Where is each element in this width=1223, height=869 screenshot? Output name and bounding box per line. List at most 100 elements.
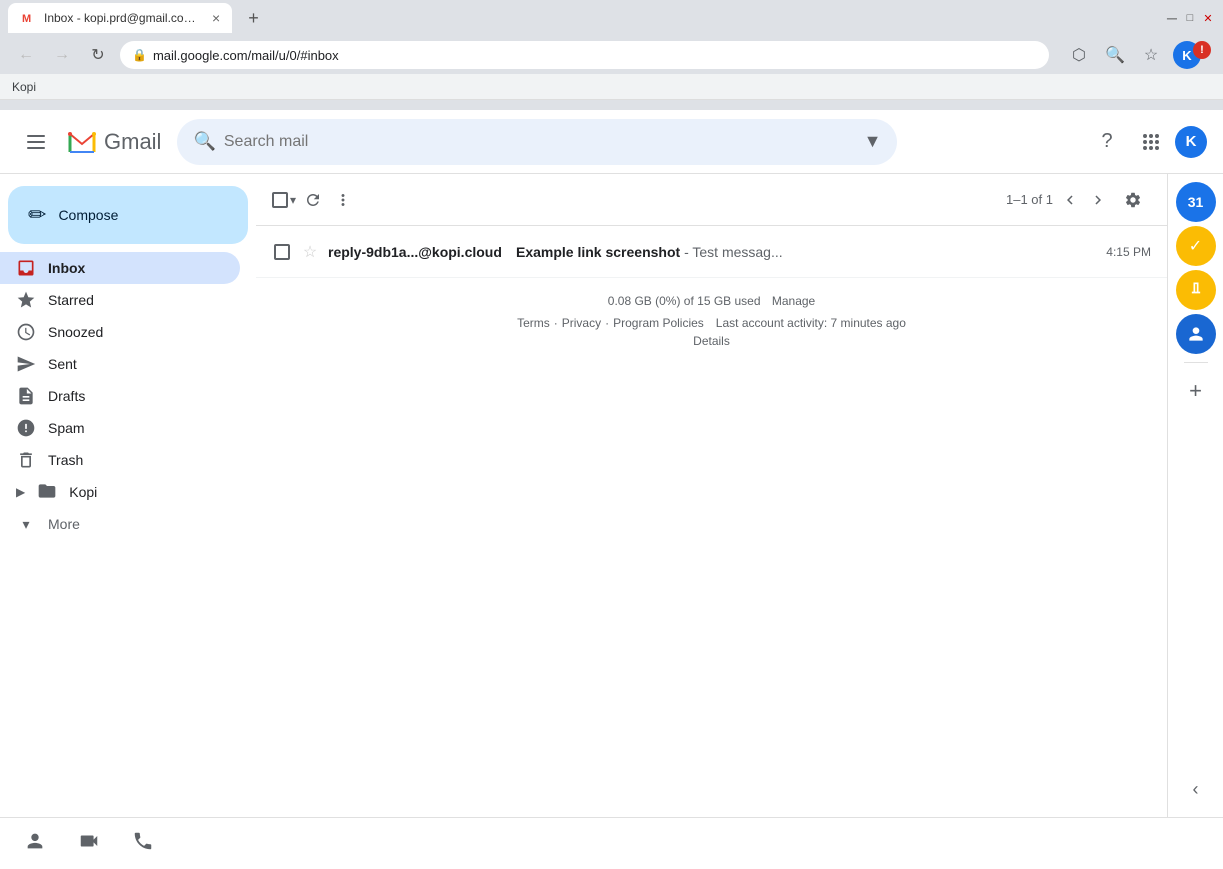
user-avatar[interactable]: K — [1175, 126, 1207, 158]
window-controls: ─ □ ✕ — [1165, 11, 1215, 25]
bookmark-label: Kopi — [12, 80, 36, 94]
kopi-label: Kopi — [69, 484, 97, 500]
email-snippet: - Test messag... — [684, 244, 783, 260]
contacts-icon[interactable] — [1176, 314, 1216, 354]
select-all-checkbox[interactable] — [272, 192, 288, 208]
bookmarks-bar: Kopi — [0, 74, 1223, 100]
compose-label: Compose — [58, 207, 118, 223]
search-input[interactable] — [224, 133, 856, 151]
right-sidebar-collapse[interactable]: ‹ — [1176, 769, 1216, 809]
starred-icon — [16, 290, 36, 310]
sidebar-item-starred[interactable]: Starred — [0, 284, 240, 316]
url-text: mail.google.com/mail/u/0/#inbox — [153, 48, 339, 63]
tasks-icon[interactable]: ✓ — [1176, 226, 1216, 266]
trash-icon — [16, 450, 36, 470]
privacy-link[interactable]: Privacy — [562, 316, 601, 330]
google-calendar-icon[interactable]: 31 — [1176, 182, 1216, 222]
more-options-button[interactable] — [330, 182, 356, 218]
snoozed-label: Snoozed — [48, 324, 224, 340]
search-icon: 🔍 — [193, 131, 215, 152]
sidebar-item-snoozed[interactable]: Snoozed — [0, 316, 240, 348]
email-subject: Example link screenshot - Test messag... — [516, 244, 1063, 260]
storage-info: 0.08 GB (0%) of 15 GB used Manage — [272, 294, 1151, 308]
sidebar-item-spam[interactable]: Spam — [0, 412, 240, 444]
spam-icon — [16, 418, 36, 438]
tab-close-button[interactable]: × — [212, 10, 220, 26]
help-icon[interactable]: ? — [1087, 122, 1127, 162]
lock-icon: 🔒 — [132, 48, 147, 62]
bookmark-star-icon[interactable]: ☆ — [1137, 41, 1165, 69]
tab-title: Inbox - kopi.prd@gmail.com - G — [44, 11, 204, 25]
sidebar-item-inbox[interactable]: Inbox — [0, 252, 240, 284]
more-label: More — [48, 516, 80, 532]
details-area: Details — [272, 334, 1151, 348]
email-star-button[interactable]: ☆ — [300, 242, 320, 262]
sent-icon — [16, 354, 36, 374]
right-sidebar: 31 ✓ + ‹ — [1167, 174, 1223, 817]
refresh-button[interactable] — [300, 182, 326, 218]
cast-icon[interactable]: ⬡ — [1065, 41, 1093, 69]
header-right-icons: ? K — [1087, 122, 1207, 162]
forward-button[interactable]: → — [48, 41, 76, 69]
sidebar-more-button[interactable]: ▾ More — [0, 508, 256, 540]
new-tab-button[interactable]: + — [244, 4, 263, 33]
gmail-header: Gmail 🔍 ▼ ? K — [0, 110, 1223, 174]
manage-link[interactable]: Manage — [772, 294, 815, 308]
bookmark-kopi[interactable]: Kopi — [12, 80, 36, 94]
maximize-button[interactable]: □ — [1183, 11, 1197, 25]
sidebar-item-kopi[interactable]: ▶ Kopi — [0, 476, 240, 508]
contacts-chat-icon[interactable] — [24, 830, 46, 858]
terms-link[interactable]: Terms — [517, 316, 550, 330]
url-bar[interactable]: 🔒 mail.google.com/mail/u/0/#inbox — [120, 41, 1049, 69]
phone-icon[interactable] — [132, 830, 154, 858]
details-link[interactable]: Details — [693, 334, 730, 348]
compose-button[interactable]: ✏ Compose — [8, 186, 248, 244]
page-info: 1–1 of 1 — [1006, 182, 1151, 218]
select-all-area[interactable]: ▾ — [272, 192, 296, 208]
email-checkbox[interactable] — [272, 244, 292, 260]
search-dropdown-icon[interactable]: ▼ — [864, 131, 882, 152]
chat-bar — [0, 817, 1223, 869]
spam-label: Spam — [48, 420, 224, 436]
hamburger-menu-icon[interactable] — [16, 122, 56, 162]
prev-page-button[interactable] — [1057, 182, 1083, 218]
sidebar-item-trash[interactable]: Trash — [0, 444, 240, 476]
browser-tab[interactable]: M Inbox - kopi.prd@gmail.com - G × — [8, 3, 232, 33]
email-footer: 0.08 GB (0%) of 15 GB used Manage Terms … — [256, 278, 1167, 364]
email-sender: reply-9db1a...@kopi.cloud — [328, 244, 508, 260]
kopi-folder-icon — [37, 481, 57, 504]
page-range: 1–1 of 1 — [1006, 192, 1053, 207]
next-page-button[interactable] — [1085, 182, 1111, 218]
compose-plus-icon: ✏ — [28, 202, 46, 228]
close-button[interactable]: ✕ — [1201, 11, 1215, 25]
search-bar[interactable]: 🔍 ▼ — [177, 119, 897, 165]
sidebar: ✏ Compose Inbox Starred — [0, 174, 256, 817]
zoom-icon[interactable]: 🔍 — [1101, 41, 1129, 69]
email-row[interactable]: ☆ reply-9db1a...@kopi.cloud Example link… — [256, 226, 1167, 278]
email-toolbar: ▾ 1–1 of 1 — [256, 174, 1167, 226]
back-button[interactable]: ← — [12, 41, 40, 69]
settings-button[interactable] — [1115, 182, 1151, 218]
meet-icon[interactable] — [78, 830, 100, 858]
keep-icon[interactable] — [1176, 270, 1216, 310]
select-dropdown-icon[interactable]: ▾ — [290, 193, 296, 207]
program-policies-link[interactable]: Program Policies — [613, 316, 704, 330]
page-navigation — [1057, 182, 1111, 218]
drafts-label: Drafts — [48, 388, 224, 404]
trash-label: Trash — [48, 452, 224, 468]
sidebar-item-sent[interactable]: Sent — [0, 348, 240, 380]
browser-toolbar: ⬡ 🔍 ☆ K ! — [1065, 41, 1211, 69]
row-checkbox[interactable] — [274, 244, 290, 260]
right-sidebar-divider — [1184, 362, 1208, 363]
reload-button[interactable]: ↻ — [84, 41, 112, 69]
error-badge: ! — [1193, 41, 1211, 59]
snoozed-icon — [16, 322, 36, 342]
address-bar: ← → ↻ 🔒 mail.google.com/mail/u/0/#inbox … — [0, 36, 1223, 74]
tab-favicon: M — [20, 10, 36, 26]
minimize-button[interactable]: ─ — [1165, 11, 1179, 25]
add-sidebar-app-button[interactable]: + — [1176, 371, 1216, 411]
starred-label: Starred — [48, 292, 224, 308]
sidebar-item-drafts[interactable]: Drafts — [0, 380, 240, 412]
inbox-icon — [16, 258, 36, 278]
apps-icon[interactable] — [1131, 122, 1171, 162]
